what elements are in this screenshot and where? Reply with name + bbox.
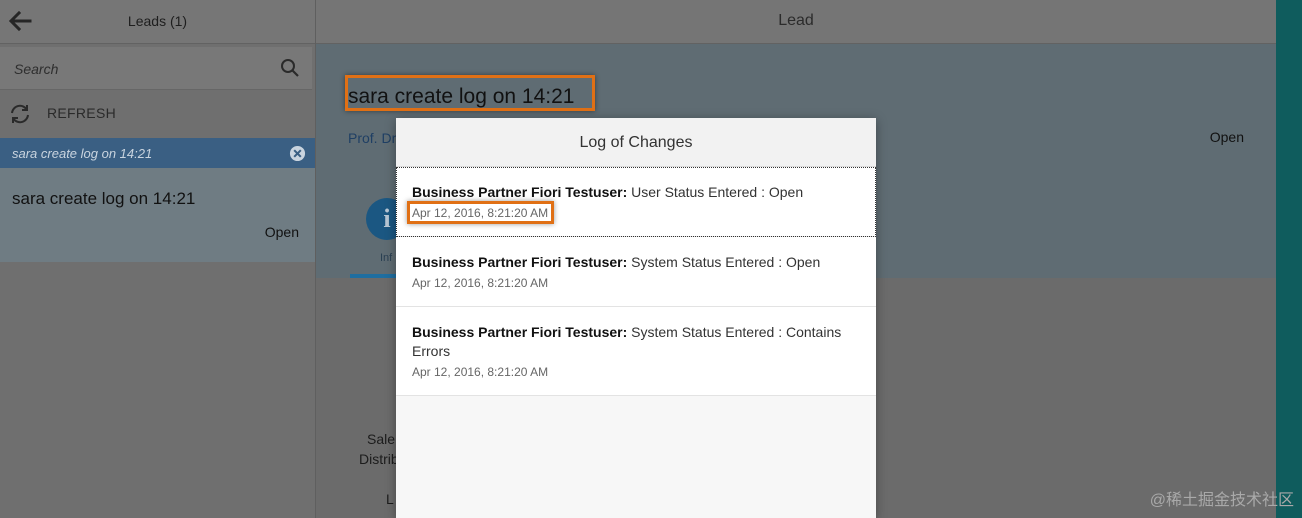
- refresh-label: REFRESH: [47, 105, 116, 121]
- list-item-title: sara create log on 14:21: [12, 189, 196, 208]
- log-of-changes-dialog: Log of Changes Business Partner Fiori Te…: [396, 118, 876, 518]
- highlight-box-title: [345, 75, 595, 111]
- list-item-status: Open: [264, 224, 299, 240]
- log-entry-date: Apr 12, 2016, 8:21:20 AM: [412, 365, 549, 379]
- search-input[interactable]: [12, 57, 266, 81]
- form-label-l: L: [386, 491, 394, 507]
- log-entry-author: Business Partner Fiori Testuser:: [412, 184, 628, 200]
- log-entry-text: Business Partner Fiori Testuser: System …: [412, 323, 860, 361]
- master-header: Leads (1): [0, 0, 315, 44]
- object-status: Open: [1209, 129, 1244, 145]
- highlight-box-date: [407, 201, 555, 224]
- log-entry-change: User Status Entered : Open: [627, 184, 804, 200]
- log-entry-author: Business Partner Fiori Testuser:: [412, 324, 628, 340]
- detail-header: Lead: [316, 0, 1276, 44]
- log-entry-date: Apr 12, 2016, 8:21:20 AM: [412, 276, 549, 290]
- selected-filter-item[interactable]: sara create log on 14:21: [0, 138, 315, 168]
- log-entry[interactable]: Business Partner Fiori Testuser: User St…: [396, 167, 876, 237]
- dialog-header: Log of Changes: [396, 118, 876, 167]
- side-strip: [1276, 0, 1302, 518]
- tab-info-label: Inf: [380, 252, 393, 264]
- form-label-sales: Sale: [367, 431, 396, 447]
- log-entry-text: Business Partner Fiori Testuser: System …: [412, 253, 860, 272]
- master-pane: Leads (1) REFRESH sara create log on 14:…: [0, 0, 316, 518]
- refresh-button[interactable]: REFRESH: [0, 96, 315, 132]
- form-label-distribution: Distrib: [359, 451, 399, 467]
- log-entry-author: Business Partner Fiori Testuser:: [412, 254, 628, 270]
- log-entry[interactable]: Business Partner Fiori Testuser: System …: [396, 307, 876, 396]
- list-item[interactable]: sara create log on 14:21 Open: [0, 168, 315, 262]
- object-contact-link[interactable]: Prof. Dr: [348, 130, 396, 146]
- dialog-title: Log of Changes: [579, 134, 693, 151]
- log-entry-text: Business Partner Fiori Testuser: User St…: [412, 183, 860, 202]
- search-bar: [0, 47, 312, 90]
- detail-title: Lead: [778, 12, 814, 29]
- log-entry-change: System Status Entered : Open: [627, 254, 821, 270]
- selected-filter-label: sara create log on 14:21: [12, 146, 153, 161]
- log-entry[interactable]: Business Partner Fiori Testuser: System …: [396, 237, 876, 307]
- master-title: Leads (1): [127, 13, 188, 29]
- clear-filter-icon[interactable]: [289, 145, 306, 162]
- search-icon[interactable]: [280, 58, 300, 78]
- refresh-icon: [11, 104, 29, 124]
- watermark: @稀土掘金技术社区: [1149, 492, 1294, 509]
- log-entry-date: Apr 12, 2016, 8:21:20 AM: [407, 201, 555, 224]
